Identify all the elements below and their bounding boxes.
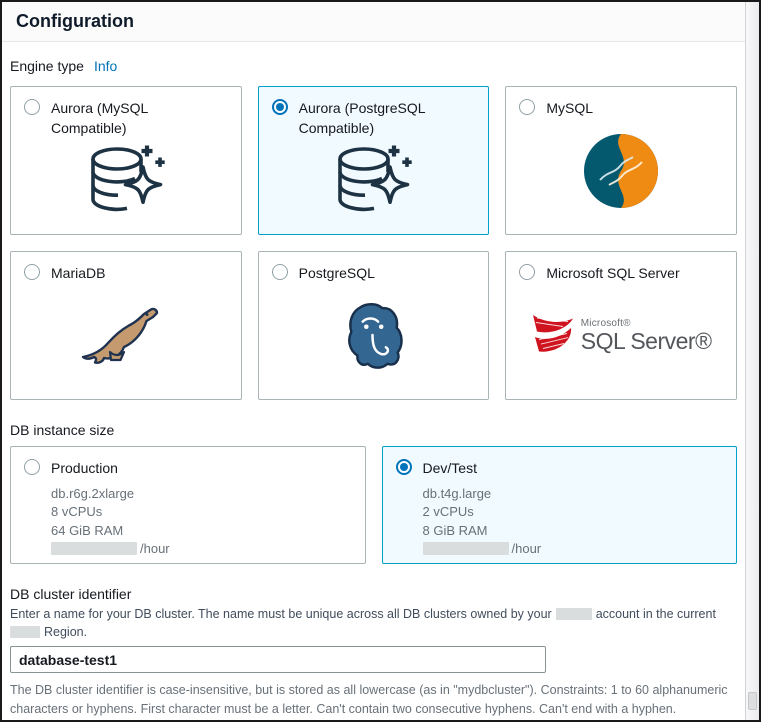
instance-price-row: /hour (51, 540, 352, 558)
engine-type-label-row: Engine type Info (10, 58, 737, 74)
db-instance-size-options: Production db.r6g.2xlarge 8 vCPUs 64 GiB… (10, 446, 737, 564)
radio-postgresql[interactable] (272, 264, 288, 280)
engine-option-label: Aurora (MySQL Compatible) (51, 98, 216, 139)
size-option-specs: db.t4g.large 2 vCPUs 8 GiB RAM /hour (423, 485, 724, 558)
tile-head: Production (24, 458, 352, 478)
mysql-icon (581, 131, 661, 211)
size-option-specs: db.r6g.2xlarge 8 vCPUs 64 GiB RAM /hour (51, 485, 352, 558)
tile-icon-area (272, 139, 476, 223)
db-cluster-identifier-constraint: The DB cluster identifier is case-insens… (10, 681, 737, 719)
radio-aurora-postgresql[interactable] (272, 99, 288, 115)
engine-option-aurora-postgresql[interactable]: Aurora (PostgreSQL Compatible) (258, 86, 490, 235)
panel-content: Engine type Info Aurora (MySQL Compatibl… (2, 58, 745, 722)
instance-type: db.t4g.large (423, 485, 724, 503)
engine-option-postgresql[interactable]: PostgreSQL (258, 251, 490, 400)
db-cluster-identifier-label: DB cluster identifier (10, 586, 737, 602)
instance-ram: 64 GiB RAM (51, 522, 352, 540)
tile-head: Aurora (MySQL Compatible) (24, 98, 228, 139)
size-option-label: Production (51, 458, 118, 478)
size-option-dev-test[interactable]: Dev/Test db.t4g.large 2 vCPUs 8 GiB RAM … (382, 446, 738, 564)
redacted-region-name (10, 626, 40, 638)
db-cluster-identifier-section: DB cluster identifier Enter a name for y… (10, 586, 737, 719)
tile-icon-area (519, 118, 723, 223)
tile-head: Microsoft SQL Server (519, 263, 723, 283)
db-cluster-identifier-input[interactable] (10, 646, 546, 673)
aurora-icon (330, 142, 416, 220)
radio-mariadb[interactable] (24, 264, 40, 280)
engine-option-label: Microsoft SQL Server (546, 263, 679, 283)
engine-option-label: MariaDB (51, 263, 105, 283)
engine-option-label: Aurora (PostgreSQL Compatible) (299, 98, 464, 139)
db-cluster-identifier-description: Enter a name for your DB cluster. The na… (10, 605, 737, 641)
radio-aurora-mysql[interactable] (24, 99, 40, 115)
db-instance-size-label: DB instance size (10, 422, 114, 438)
size-option-label: Dev/Test (423, 458, 477, 478)
aurora-icon (83, 142, 169, 220)
engine-option-mariadb[interactable]: MariaDB (10, 251, 242, 400)
tile-head: Aurora (PostgreSQL Compatible) (272, 98, 476, 139)
tile-head: MariaDB (24, 263, 228, 283)
radio-dev-test[interactable] (396, 459, 412, 475)
instance-type: db.r6g.2xlarge (51, 485, 352, 503)
sql-server-wordmark: Microsoft® SQL Server® (581, 318, 712, 353)
tile-head: PostgreSQL (272, 263, 476, 283)
price-suffix: /hour (512, 540, 542, 558)
description-text: Enter a name for your DB cluster. The na… (10, 607, 552, 621)
description-text: account in the current (596, 607, 716, 621)
engine-options-row-1: Aurora (MySQL Compatible) (10, 86, 737, 235)
engine-options-row-2: MariaDB PostgreSQL (10, 251, 737, 400)
instance-vcpus: 2 vCPUs (423, 503, 724, 521)
engine-type-info-link[interactable]: Info (94, 58, 117, 74)
tile-icon-area (272, 283, 476, 388)
postgresql-icon (340, 301, 406, 371)
tile-icon-area: Microsoft® SQL Server® (519, 283, 723, 388)
price-suffix: /hour (140, 540, 170, 558)
description-text: Region. (44, 625, 87, 639)
instance-price-row: /hour (423, 540, 724, 558)
instance-vcpus: 8 vCPUs (51, 503, 352, 521)
page-title: Configuration (16, 11, 134, 32)
sql-server-name-text: SQL Server® (581, 329, 712, 353)
redacted-price (51, 542, 137, 555)
tile-icon-area (24, 139, 228, 223)
engine-type-label: Engine type (10, 58, 84, 74)
radio-sql-server[interactable] (519, 264, 535, 280)
engine-option-label: MySQL (546, 98, 593, 118)
sql-server-logo: Microsoft® SQL Server® (531, 313, 712, 359)
tile-icon-area (24, 283, 228, 388)
engine-option-aurora-mysql[interactable]: Aurora (MySQL Compatible) (10, 86, 242, 235)
instance-ram: 8 GiB RAM (423, 522, 724, 540)
redacted-account-name (556, 608, 592, 620)
panel-header: Configuration (2, 2, 745, 42)
mariadb-icon (73, 305, 179, 367)
engine-option-mysql[interactable]: MySQL (505, 86, 737, 235)
size-option-production[interactable]: Production db.r6g.2xlarge 8 vCPUs 64 GiB… (10, 446, 366, 564)
redacted-price (423, 542, 509, 555)
scrollbar-thumb[interactable] (748, 692, 757, 710)
radio-production[interactable] (24, 459, 40, 475)
sql-server-swoosh-icon (531, 313, 575, 359)
radio-mysql[interactable] (519, 99, 535, 115)
configuration-panel: Configuration Engine type Info Aurora (M… (0, 0, 761, 722)
engine-option-sql-server[interactable]: Microsoft SQL Server Mic (505, 251, 737, 400)
tile-head: Dev/Test (396, 458, 724, 478)
engine-option-label: PostgreSQL (299, 263, 375, 283)
scrollbar-track[interactable] (745, 2, 759, 720)
tile-head: MySQL (519, 98, 723, 118)
db-instance-size-label-row: DB instance size (10, 422, 737, 438)
